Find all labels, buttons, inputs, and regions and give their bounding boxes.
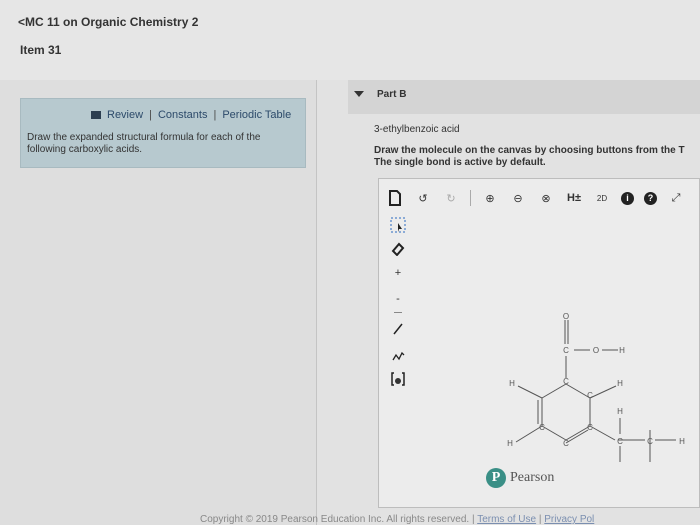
review-link[interactable]: Review	[107, 109, 143, 121]
hydroxyl-hydrogen-label: H	[619, 346, 625, 355]
link-separator: |	[213, 109, 217, 121]
template-2d-icon[interactable]: 2D	[593, 189, 611, 207]
ethyl-carbon-label: C	[647, 437, 653, 446]
hydrogen-label: H	[617, 407, 623, 416]
expand-icon[interactable]: ⤢	[667, 189, 685, 207]
drawing-instructions: Draw the molecule on the canvas by choos…	[374, 145, 700, 169]
ethyl-carbon-label: C	[617, 437, 623, 446]
instruction-line-2: The single bond is active by default.	[374, 157, 546, 168]
hydrogen-label: H	[509, 379, 515, 388]
ring-carbon-label: C	[587, 391, 593, 400]
left-toolbar: + -	[386, 214, 410, 394]
toolbar-divider	[470, 190, 471, 206]
ring-carbon-label: C	[539, 423, 545, 432]
zoom-out-icon[interactable]: ⊖	[509, 189, 527, 207]
selection-tool-icon[interactable]	[386, 214, 410, 236]
footer-separator: |	[471, 514, 475, 525]
resources-box: Review | Constants | Periodic Table Draw…	[20, 98, 306, 168]
bracket-tool-icon[interactable]	[386, 368, 410, 390]
hydrogen-label: H	[617, 379, 623, 388]
book-icon	[91, 111, 101, 119]
top-bar: <MC 11 on Organic Chemistry 2 Item 31	[0, 0, 700, 80]
hydrogen-label: H	[507, 439, 513, 448]
ring-carbon-label: C	[587, 423, 593, 432]
hydroxyl-oxygen-label: O	[593, 346, 599, 355]
periodic-table-link[interactable]: Periodic Table	[222, 109, 291, 121]
ring-carbon-label: C	[563, 439, 569, 448]
single-bond-icon[interactable]	[386, 318, 410, 340]
ring-carbon-label: C	[563, 377, 569, 386]
back-link[interactable]: <MC 11 on Organic Chemistry 2	[18, 15, 198, 29]
terms-of-use-link[interactable]: Terms of Use	[477, 514, 536, 525]
chain-tool-icon[interactable]	[386, 344, 410, 366]
top-toolbar: ↺ ↻ ⊕ ⊖ ⊗ H± 2D i ? ⤢	[386, 186, 686, 210]
carboxyl-carbon-label: C	[563, 346, 569, 355]
molecule-drawing[interactable]: O C O H C C C C C C C H H H H H	[480, 300, 700, 470]
tool-divider	[394, 312, 402, 313]
link-separator: |	[149, 109, 152, 121]
positive-charge-icon[interactable]: +	[386, 262, 410, 284]
collapse-caret-icon[interactable]	[354, 91, 364, 97]
new-document-icon[interactable]	[386, 189, 404, 207]
question-instruction: Draw the expanded structural formula for…	[27, 132, 261, 155]
pearson-name: Pearson	[510, 470, 555, 485]
undo-icon[interactable]: ↺	[414, 189, 432, 207]
negative-charge-icon[interactable]: -	[386, 288, 410, 310]
privacy-policy-link[interactable]: Privacy Pol	[544, 514, 594, 525]
resource-links: Review | Constants | Periodic Table	[91, 109, 291, 121]
pearson-logo-icon: P	[486, 468, 506, 488]
info-icon[interactable]: i	[621, 191, 634, 205]
help-icon[interactable]: ?	[644, 191, 657, 205]
hydrogens-toggle-icon[interactable]: H±	[565, 189, 583, 207]
constants-link[interactable]: Constants	[158, 109, 208, 121]
footer: Copyright © 2019 Pearson Education Inc. …	[200, 514, 700, 525]
compound-name: 3-ethylbenzoic acid	[374, 124, 460, 135]
footer-separator: |	[538, 514, 542, 525]
copyright-text: Copyright © 2019 Pearson Education Inc. …	[200, 514, 470, 525]
eraser-icon[interactable]	[386, 238, 410, 260]
redo-icon[interactable]: ↻	[442, 189, 460, 207]
hydrogen-label: H	[679, 437, 685, 446]
zoom-in-icon[interactable]: ⊕	[481, 189, 499, 207]
zoom-reset-icon[interactable]: ⊗	[537, 189, 555, 207]
carbonyl-oxygen-label: O	[563, 312, 569, 321]
pearson-brand: P Pearson	[486, 468, 554, 488]
instruction-line-1: Draw the molecule on the canvas by choos…	[374, 145, 685, 156]
item-title: Item 31	[20, 43, 62, 57]
part-label[interactable]: Part B	[377, 89, 406, 100]
